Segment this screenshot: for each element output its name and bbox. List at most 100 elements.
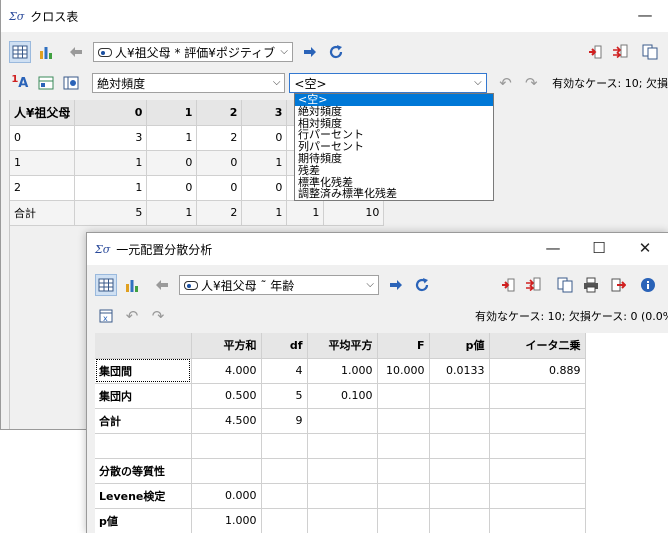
crosstab-col-header: 2 xyxy=(196,100,243,126)
crosstab-col-header: 1 xyxy=(146,100,198,126)
table-cell: 0.0133 xyxy=(429,358,490,384)
export-all-icon[interactable] xyxy=(609,41,631,63)
table-cell xyxy=(489,383,586,409)
layout-columns-icon[interactable] xyxy=(60,72,82,94)
crosstab-variable-combo[interactable]: 人¥祖父母 * 評価¥ポジティブ ⌵ xyxy=(93,42,293,62)
dropdown-option[interactable]: 期待頻度 xyxy=(295,153,493,165)
table-cell: 0 xyxy=(196,175,243,201)
sort-numeric-icon[interactable]: 1A xyxy=(9,72,31,94)
refresh-icon[interactable] xyxy=(411,274,433,296)
table-cell xyxy=(377,383,430,409)
table-cell: 10.000 xyxy=(377,358,430,384)
table-cell: 1.000 xyxy=(191,508,262,533)
crosstab-titlebar: Σσ クロス表 — xyxy=(1,0,668,32)
table-cell: 1 xyxy=(286,200,325,226)
secondary-mode-combo[interactable]: <空> ⌵ xyxy=(289,73,487,93)
copy-icon[interactable] xyxy=(639,41,661,63)
table-row-label: 0 xyxy=(10,125,76,151)
anova-row-label[interactable]: 集団間 xyxy=(95,358,192,384)
chart-view-icon[interactable] xyxy=(35,41,57,63)
table-cell xyxy=(429,433,490,459)
table-cell: 1.000 xyxy=(307,358,378,384)
back-arrow-icon[interactable] xyxy=(151,274,173,296)
table-cell xyxy=(377,408,430,434)
back-arrow-icon[interactable] xyxy=(65,41,87,63)
table-cell xyxy=(429,458,490,484)
anova-title: 一元配置分散分析 xyxy=(116,242,213,257)
anova-window: Σσ 一元配置分散分析 — ☐ ✕ 人¥祖父母 ˜ 年齢 ⌵ x ↶ ↷ 有効な… xyxy=(86,232,668,533)
anova-table: 平方和 df 平均平方 Fp値 イータ二乗 集団間 4.000 4 1.000 10.000 0.0… xyxy=(95,333,586,533)
anova-row-label[interactable]: Levene検定 xyxy=(95,483,192,509)
exit-icon[interactable] xyxy=(607,274,629,296)
anova-variable-combo[interactable]: 人¥祖父母 ˜ 年齢 ⌵ xyxy=(179,275,379,295)
crosstab-toolbar-options: 1A 絶対頻度 ⌵ <空> ⌵ ↶ ↷ 有効なケース: 10; 欠損 xyxy=(1,72,668,94)
table-cell: 4.000 xyxy=(191,358,262,384)
layout-rows-icon[interactable] xyxy=(35,72,57,94)
export-icon[interactable] xyxy=(497,274,519,296)
forward-arrow-icon[interactable] xyxy=(385,274,407,296)
table-cell xyxy=(261,483,308,509)
table-cell: 2 xyxy=(196,200,243,226)
table-view-icon[interactable] xyxy=(9,41,31,63)
anova-row-label[interactable]: 集団内 xyxy=(95,383,192,409)
table-cell: 0.000 xyxy=(191,483,262,509)
dropdown-option[interactable]: 残差 xyxy=(295,164,493,177)
table-cell xyxy=(489,483,586,509)
anova-col-header xyxy=(95,333,192,359)
table-cell: 1 xyxy=(241,150,288,176)
dropdown-option[interactable]: 絶対頻度 xyxy=(295,105,493,118)
table-cell: 4 xyxy=(261,358,308,384)
table-cell xyxy=(307,408,378,434)
crosstab-col-header: 0 xyxy=(74,100,148,126)
anova-row-label[interactable] xyxy=(95,433,192,459)
anova-row-label[interactable]: 分散の等質性 xyxy=(95,458,192,484)
chevron-down-icon: ⌵ xyxy=(272,77,281,88)
crosstab-valid-cases: 有効なケース: 10; 欠損 xyxy=(552,77,668,90)
table-cell: 1 xyxy=(146,125,198,151)
minimize-button[interactable]: — xyxy=(622,0,668,30)
print-icon[interactable] xyxy=(580,274,602,296)
table-cell: 4.500 xyxy=(191,408,262,434)
table-row-label: 合計 xyxy=(10,200,76,226)
anova-col-header: イータ二乗 xyxy=(489,333,586,359)
table-cell: 2 xyxy=(196,125,243,151)
info-icon[interactable] xyxy=(637,274,659,296)
close-button[interactable]: ✕ xyxy=(622,233,668,263)
redo-icon[interactable]: ↷ xyxy=(520,72,542,94)
chevron-down-icon: ⌵ xyxy=(280,46,288,57)
refresh-icon[interactable] xyxy=(325,41,347,63)
table-view-icon[interactable] xyxy=(95,274,117,296)
anova-row-label[interactable]: p値 xyxy=(95,508,192,533)
maximize-button[interactable]: ☐ xyxy=(576,233,622,263)
table-cell: 1 xyxy=(74,150,148,176)
table-cell xyxy=(307,483,378,509)
variable-combo-text: 人¥祖父母 ˜ 年齢 xyxy=(201,278,295,293)
table-cell: 10 xyxy=(323,200,385,226)
dropdown-option[interactable]: 調整済み標準化残差 xyxy=(295,188,493,200)
table-cell: 3 xyxy=(74,125,148,151)
chart-view-icon[interactable] xyxy=(121,274,143,296)
redo-icon[interactable]: ↷ xyxy=(147,305,169,327)
table-cell xyxy=(377,483,430,509)
secondary-mode-text: <空> xyxy=(294,76,327,91)
table-cell xyxy=(489,458,586,484)
frequency-mode-combo[interactable]: 絶対頻度 ⌵ xyxy=(92,73,286,93)
table-cell: 5 xyxy=(74,200,148,226)
minimize-button[interactable]: — xyxy=(530,233,576,263)
undo-icon[interactable]: ↶ xyxy=(121,305,143,327)
table-cell xyxy=(261,458,308,484)
export-all-icon[interactable] xyxy=(522,274,544,296)
crosstab-title: クロス表 xyxy=(30,9,79,24)
copy-icon[interactable] xyxy=(554,274,576,296)
variable-combo-icon xyxy=(98,47,112,57)
table-cell: 0.889 xyxy=(489,358,586,384)
forward-arrow-icon[interactable] xyxy=(299,41,321,63)
formula-icon[interactable]: x xyxy=(95,305,117,327)
table-cell xyxy=(489,433,586,459)
chevron-down-icon: ⌵ xyxy=(474,77,482,88)
anova-col-header: F xyxy=(377,333,430,359)
variable-combo-text: 人¥祖父母 * 評価¥ポジティブ xyxy=(115,45,276,60)
undo-icon[interactable]: ↶ xyxy=(495,72,517,94)
anova-row-label[interactable]: 合計 xyxy=(95,408,192,434)
export-icon[interactable] xyxy=(584,41,606,63)
